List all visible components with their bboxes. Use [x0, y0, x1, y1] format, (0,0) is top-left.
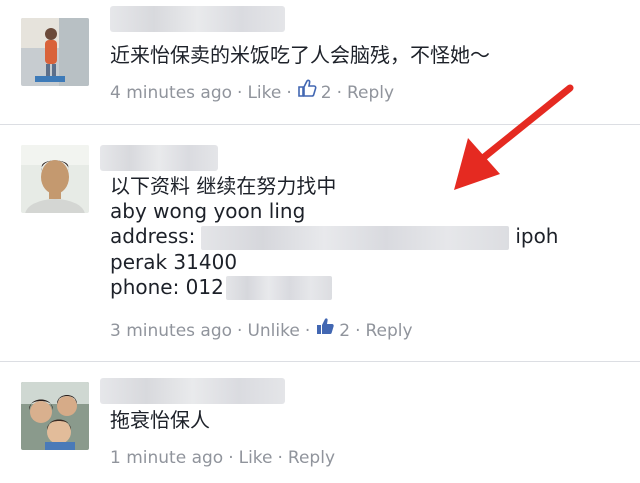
reply-link[interactable]: Reply [288, 447, 335, 469]
comment-line: 拖衰怡保人 [110, 408, 210, 432]
comment-text: 拖衰怡保人 [110, 408, 210, 433]
like-link[interactable]: Like [239, 447, 273, 469]
comment-meta: 1 minute ago · Like · Reply [110, 447, 335, 469]
separator: · [336, 83, 342, 103]
reply-link[interactable]: Reply [347, 82, 394, 104]
comment-meta: 4 minutes ago · Like · 2 · Reply [110, 79, 394, 106]
like-count[interactable]: 2 [339, 320, 350, 342]
author-name-redacted[interactable] [100, 145, 218, 171]
timestamp[interactable]: 1 minute ago [110, 447, 223, 469]
thumbs-up-icon[interactable] [297, 79, 321, 106]
red-arrow [454, 84, 574, 190]
comment-meta: 3 minutes ago · Unlike · 2 · Reply [110, 318, 413, 344]
comment-3: 拖衰怡保人 1 minute ago · Like · Reply [0, 362, 640, 483]
separator: · [286, 83, 292, 103]
separator: · [237, 83, 243, 103]
like-count[interactable]: 2 [321, 82, 332, 104]
unlike-link[interactable]: Unlike [247, 320, 299, 342]
author-name-redacted[interactable] [100, 378, 285, 404]
comment-line: perak 31400 [110, 249, 238, 274]
author-name-redacted[interactable] [110, 6, 285, 32]
separator: · [277, 448, 283, 468]
separator: · [228, 448, 234, 468]
redacted-address [201, 225, 510, 250]
comment-text: 近来怡保卖的米饭吃了人会脑残，不怪她～ [110, 43, 490, 68]
comment-line: 近来怡保卖的米饭吃了人会脑残，不怪她～ [110, 43, 490, 67]
thumbs-up-icon[interactable] [315, 318, 339, 344]
redacted-phone [225, 276, 332, 300]
reply-link[interactable]: Reply [365, 320, 412, 342]
timestamp[interactable]: 3 minutes ago [110, 320, 232, 342]
avatar[interactable] [21, 382, 89, 450]
separator: · [355, 321, 361, 341]
timestamp[interactable]: 4 minutes ago [110, 82, 232, 104]
phone-line: phone: 012 [110, 275, 558, 300]
comment-line: aby wong yoon ling [110, 199, 306, 223]
separator: · [237, 321, 243, 341]
separator: · [304, 321, 311, 341]
address-line: address: ipoh [110, 224, 559, 250]
avatar[interactable] [21, 18, 89, 86]
like-link[interactable]: Like [247, 82, 281, 104]
avatar[interactable] [21, 145, 89, 213]
